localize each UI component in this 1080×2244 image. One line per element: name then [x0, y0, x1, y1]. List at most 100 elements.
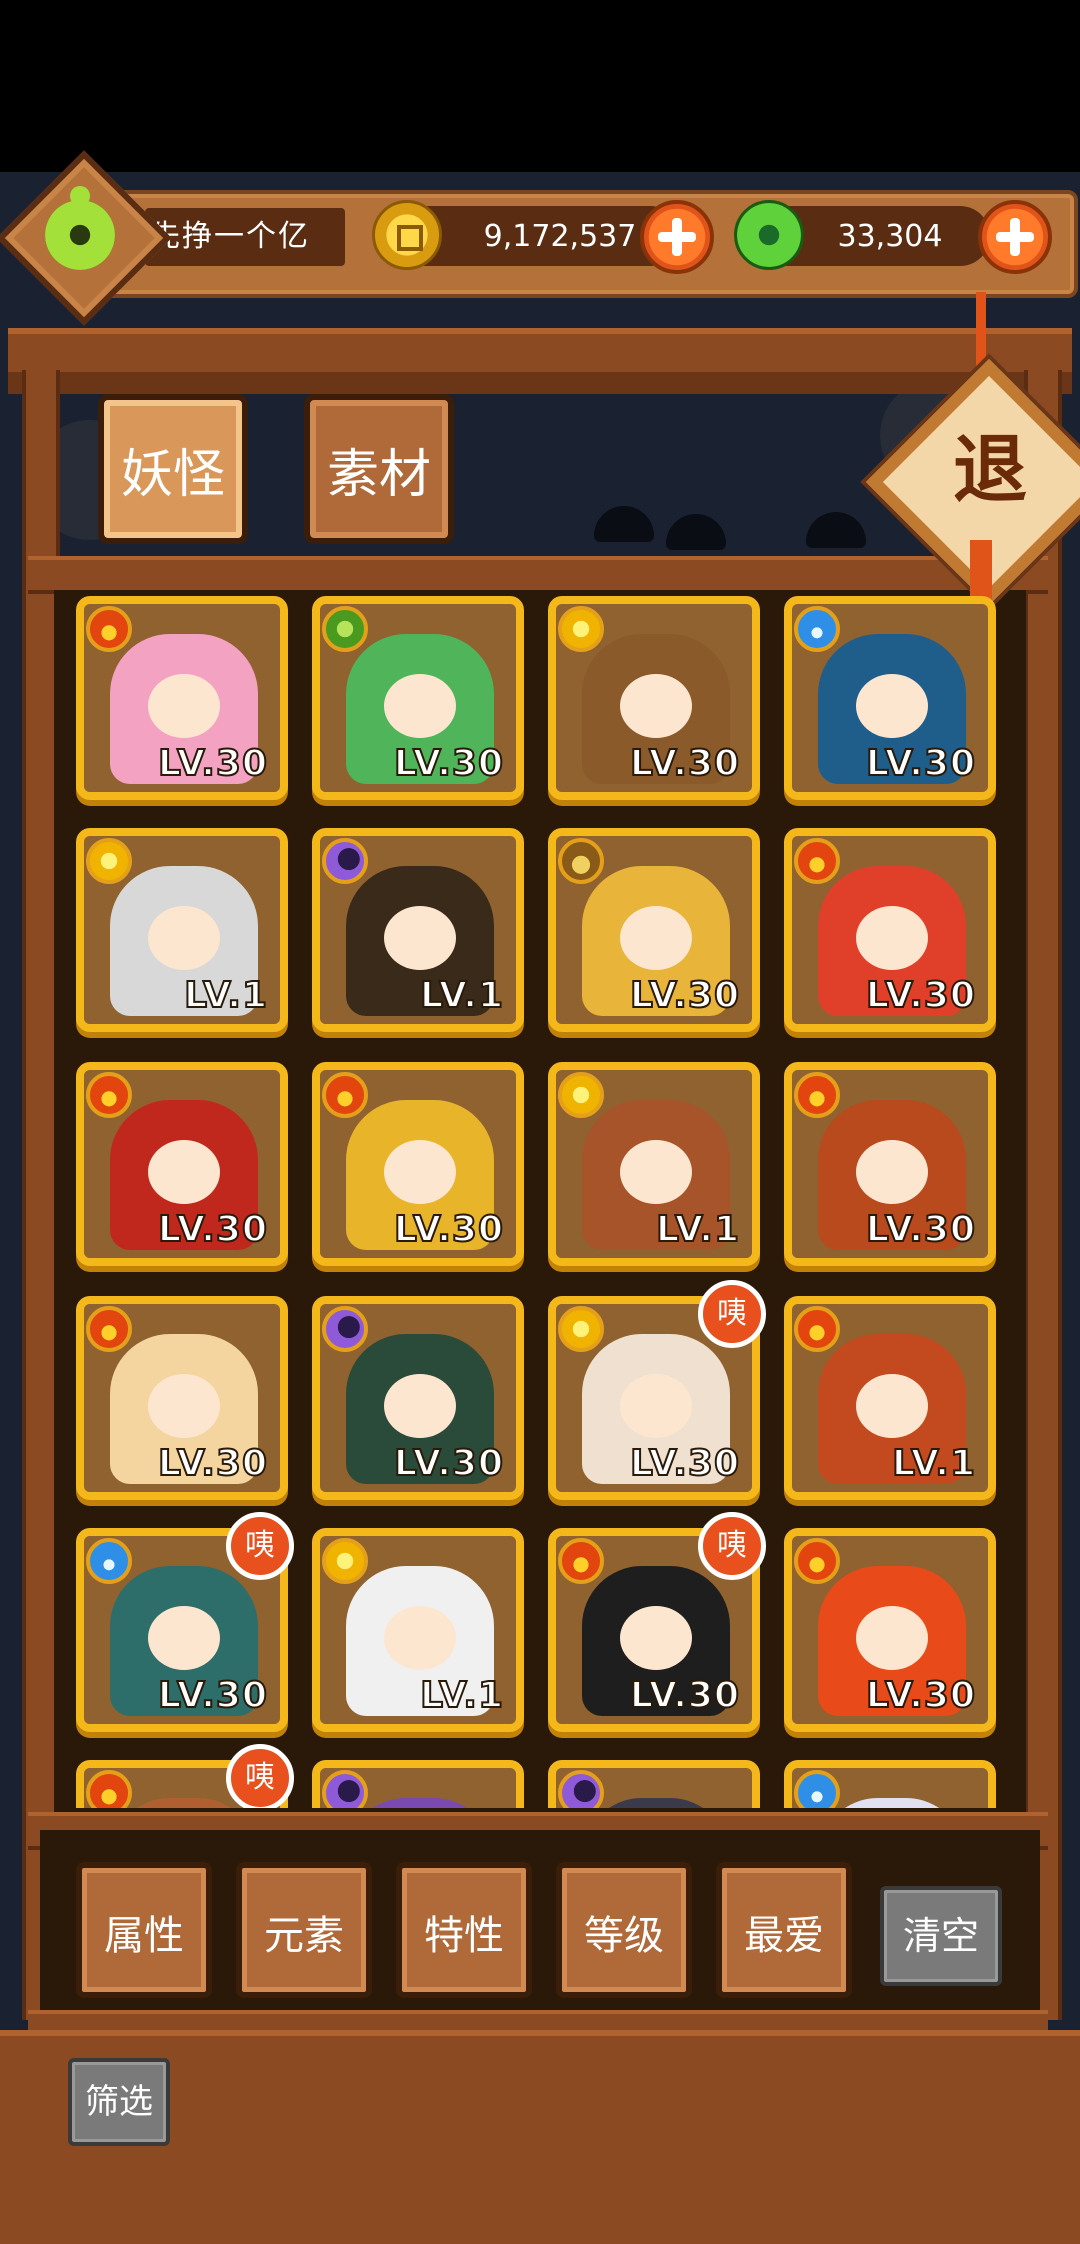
monster-face — [148, 1374, 220, 1438]
water-element-icon — [794, 1770, 840, 1808]
filter-level-button[interactable]: 等级 — [556, 1862, 692, 1998]
monster-level: LV.1 — [183, 974, 268, 1017]
monster-level: LV.30 — [157, 742, 268, 785]
monster-face — [384, 1606, 456, 1670]
monster-face — [148, 674, 220, 738]
filter-favorite-button[interactable]: 最爱 — [716, 1862, 852, 1998]
add-jade-button[interactable] — [978, 200, 1052, 274]
monster-card[interactable]: LV.1 — [784, 1296, 996, 1500]
fire-element-icon — [86, 1072, 132, 1118]
new-badge: 咦 — [226, 1512, 294, 1580]
moon-element-icon — [322, 1306, 368, 1352]
gold-coin-icon — [372, 200, 442, 270]
monster-face — [856, 906, 928, 970]
monster-card[interactable]: LV.30 — [548, 828, 760, 1032]
add-gold-button[interactable] — [640, 200, 714, 274]
monster-card[interactable]: LV.30 — [312, 1296, 524, 1500]
sun-element-icon — [558, 1306, 604, 1352]
monster-card[interactable]: LV.1 — [76, 828, 288, 1032]
monster-face — [148, 1606, 220, 1670]
monster-face — [384, 906, 456, 970]
right-post — [1024, 370, 1062, 2020]
monster-card[interactable]: LV.30 — [312, 596, 524, 800]
fire-element-icon — [86, 1770, 132, 1808]
fire-element-icon — [794, 1072, 840, 1118]
tab-materials[interactable]: 素材 — [304, 394, 454, 544]
avatar-jade-icon — [45, 186, 115, 270]
monster-face — [620, 674, 692, 738]
tab-monsters[interactable]: 妖怪 — [98, 394, 248, 544]
fire-element-icon — [794, 838, 840, 884]
monster-card[interactable]: LV.30 — [548, 596, 760, 800]
monster-card[interactable]: LV.30 — [76, 596, 288, 800]
sun-element-icon — [558, 606, 604, 652]
monster-level: LV.30 — [629, 1674, 740, 1717]
filter-attribute-button[interactable]: 属性 — [76, 1862, 212, 1998]
monster-card[interactable]: LV.30 — [784, 1528, 996, 1732]
filter-toggle-button[interactable]: 筛选 — [68, 2058, 170, 2146]
earth-element-icon — [558, 838, 604, 884]
moon-element-icon — [322, 838, 368, 884]
monster-card[interactable]: LV.30 — [784, 828, 996, 1032]
monster-level: LV.30 — [393, 1208, 504, 1251]
new-badge: 咦 — [698, 1280, 766, 1348]
monster-level: LV.30 — [629, 1442, 740, 1485]
fire-element-icon — [322, 1072, 368, 1118]
monster-level: LV.1 — [419, 1674, 504, 1717]
monster-level: LV.30 — [157, 1442, 268, 1485]
monster-card[interactable]: LV.30 — [784, 1062, 996, 1266]
monster-level: LV.30 — [865, 1674, 976, 1717]
jade-icon — [734, 200, 804, 270]
monster-card[interactable]: LV.30 — [312, 1062, 524, 1266]
sun-element-icon — [86, 838, 132, 884]
monster-level: LV.30 — [865, 974, 976, 1017]
gold-amount: 9,172,537 — [483, 219, 637, 254]
monster-face — [148, 906, 220, 970]
water-element-icon — [794, 606, 840, 652]
new-badge: 咦 — [226, 1744, 294, 1808]
monster-face — [620, 1140, 692, 1204]
monster-level: LV.1 — [891, 1442, 976, 1485]
monster-card[interactable]: LV.30 — [76, 1062, 288, 1266]
fire-element-icon — [86, 606, 132, 652]
monster-face — [620, 906, 692, 970]
clear-button[interactable]: 清空 — [880, 1886, 1002, 1986]
monster-card[interactable] — [548, 1760, 760, 1808]
monster-card[interactable]: LV.30 — [76, 1296, 288, 1500]
monster-card[interactable] — [312, 1760, 524, 1808]
monster-face — [856, 1606, 928, 1670]
monster-level: LV.30 — [393, 1442, 504, 1485]
moon-element-icon — [322, 1770, 368, 1808]
monster-level: LV.30 — [629, 742, 740, 785]
monster-card[interactable]: LV.1 — [312, 1528, 524, 1732]
fire-element-icon — [558, 1538, 604, 1584]
shelf-mid-beam — [28, 556, 1048, 594]
monster-face — [856, 674, 928, 738]
monster-level: LV.30 — [865, 742, 976, 785]
monster-card[interactable] — [784, 1760, 996, 1808]
fire-element-icon — [794, 1306, 840, 1352]
sun-element-icon — [558, 1072, 604, 1118]
monster-level: LV.1 — [655, 1208, 740, 1251]
filter-trait-button[interactable]: 特性 — [396, 1862, 532, 1998]
monster-level: LV.1 — [419, 974, 504, 1017]
monster-face — [148, 1140, 220, 1204]
monster-face — [384, 1140, 456, 1204]
monster-level: LV.30 — [393, 742, 504, 785]
monster-grid: LV.30 LV.30 LV.30 LV.30 LV.1 LV.1 LV.30 LV.30 LV… — [76, 596, 1000, 1808]
shelf-top-shadow — [8, 372, 1072, 394]
monster-card[interactable]: LV.1 — [548, 1062, 760, 1266]
wood-element-icon — [322, 606, 368, 652]
moon-element-icon — [558, 1770, 604, 1808]
monster-card[interactable]: LV.1 — [312, 828, 524, 1032]
monster-face — [620, 1374, 692, 1438]
monster-card[interactable]: LV.30 — [784, 596, 996, 800]
monster-face — [856, 1140, 928, 1204]
exit-label[interactable]: 退 — [902, 420, 1078, 520]
fire-element-icon — [86, 1306, 132, 1352]
filter-element-button[interactable]: 元素 — [236, 1862, 372, 1998]
monster-face — [384, 674, 456, 738]
monster-face — [384, 1374, 456, 1438]
water-element-icon — [86, 1538, 132, 1584]
fire-element-icon — [794, 1538, 840, 1584]
